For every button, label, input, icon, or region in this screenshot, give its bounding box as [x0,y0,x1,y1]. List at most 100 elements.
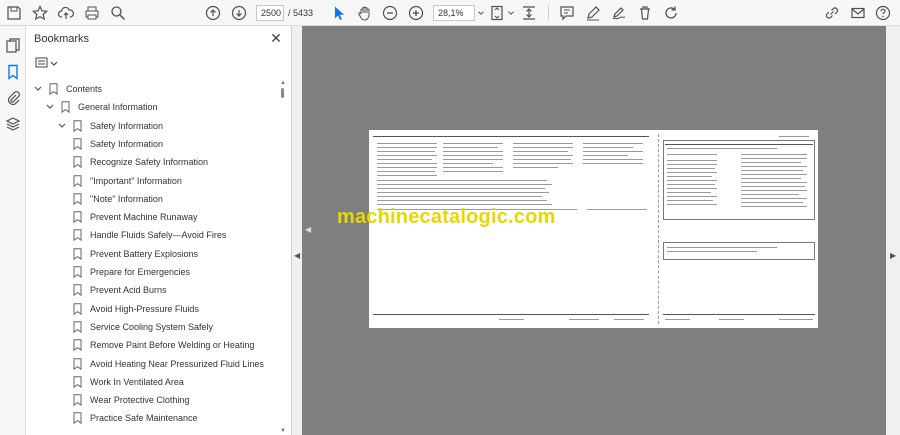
previous-page-arrow-icon[interactable]: ◀ [305,225,311,234]
chevron-down-icon[interactable] [57,121,67,131]
bookmark-icon [73,138,82,151]
expand-right-panel-icon[interactable]: ▶ [890,251,896,260]
bookmark-label: Work In Ventilated Area [90,376,184,387]
next-page-icon[interactable] [230,4,248,22]
bookmark-item[interactable]: Prepare for Emergencies [73,263,190,281]
comment-icon[interactable] [558,4,576,22]
bookmark-label: Remove Paint Before Welding or Heating [90,340,255,351]
attachments-icon[interactable] [5,90,21,106]
text-line [583,143,643,144]
sign-icon[interactable] [610,4,628,22]
select-cursor-icon[interactable] [330,4,348,22]
footer-text [665,319,690,320]
footer-text [779,319,813,320]
group-text [779,136,809,137]
footer-text [614,319,644,320]
text-line [377,151,435,152]
save-icon[interactable] [5,4,23,22]
close-icon[interactable]: ✕ [269,31,283,45]
bookmark-label: Avoid Heating Near Pressurized Fluid Lin… [90,358,264,369]
text-line [377,196,542,197]
layers-icon[interactable] [5,116,21,132]
text-line [583,159,643,160]
bookmark-item[interactable]: Prevent Machine Runaway [73,208,198,226]
bookmarks-panel-icon[interactable] [5,64,21,80]
rotate-icon[interactable] [662,4,680,22]
text-line [377,147,437,148]
share-link-icon[interactable] [823,4,841,22]
right-panel-splitter[interactable]: ▶ [886,26,900,435]
bookmark-label: Prevent Acid Burns [90,285,167,296]
scroll-thumb[interactable] [281,88,284,98]
bookmark-item[interactable]: "Important" Information [73,172,182,190]
chevron-down-icon[interactable] [506,4,516,22]
bookmark-item[interactable]: Prevent Acid Burns [73,281,167,299]
zoom-in-icon[interactable] [407,4,425,22]
bookmark-icon [73,339,82,352]
bookmark-item[interactable]: Avoid High-Pressure Fluids [73,300,199,318]
page-fit-icon[interactable] [488,4,506,22]
bookmark-item[interactable]: Remove Paint Before Welding or Heating [73,336,254,354]
text-line [377,163,437,164]
hand-tool-icon[interactable] [356,4,374,22]
text-line [513,147,573,148]
text-line [583,163,643,164]
bookmark-label: Service Cooling System Safely [90,321,214,332]
text-line [377,171,435,172]
bookmark-label: Avoid High-Pressure Fluids [90,303,199,314]
bookmark-item[interactable]: Avoid Heating Near Pressurized Fluid Lin… [73,355,264,373]
chevron-down-icon[interactable] [476,4,486,22]
text-line [377,143,437,144]
bookmark-item[interactable]: Work In Ventilated Area [73,373,184,391]
bookmark-star-icon[interactable] [31,4,49,22]
panel-splitter[interactable]: ◀ [292,26,302,435]
page-total-label: / 5433 [288,8,314,18]
highlight-pen-icon[interactable] [584,4,602,22]
collapse-panel-icon[interactable]: ◀ [294,251,300,260]
upload-cloud-icon[interactable] [57,4,75,22]
page-thumbnails-icon[interactable] [5,38,21,54]
scroll-up-icon[interactable]: ▲ [279,80,287,86]
bookmark-item[interactable]: Safety Information [73,135,163,153]
previous-page-icon[interactable] [204,4,222,22]
top-toolbar: 2500 / 5433 28,1% [0,0,900,26]
document-viewport[interactable]: ◀ [302,26,886,435]
bookmark-item[interactable]: Contents [33,80,102,98]
text-line [377,184,552,185]
text-line [377,167,437,168]
bookmark-icon [73,211,82,224]
delete-icon[interactable] [636,4,654,22]
chevron-down-icon[interactable] [45,102,55,112]
text-line [513,151,568,152]
chevron-down-icon[interactable] [33,84,43,94]
bookmark-item[interactable]: General Information [45,98,158,116]
bookmark-icon [73,247,82,260]
bookmark-item[interactable]: Safety Information [57,117,163,135]
page-number-input[interactable]: 2500 [256,5,284,21]
text-line [513,159,571,160]
search-icon[interactable] [109,4,127,22]
bookmark-icon [73,376,82,388]
email-icon[interactable] [849,4,867,22]
bookmark-item[interactable]: Prevent Battery Explosions [73,245,198,263]
bookmark-label: "Important" Information [90,175,182,186]
bookmark-item[interactable]: Recognize Safety Information [73,153,208,171]
scroll-mode-icon[interactable] [520,4,538,22]
bookmark-item[interactable]: Service Cooling System Safely [73,318,213,336]
zoom-out-icon[interactable] [381,4,399,22]
bookmark-icon [73,412,82,425]
bookmark-item[interactable]: Handle Fluids Safely—Avoid Fires [73,226,226,244]
bookmark-label: Practice Safe Maintenance [90,413,198,424]
bookmark-scrollbar[interactable]: ▲ ▼ [279,80,287,434]
zoom-level-input[interactable]: 28,1% [433,5,475,21]
footer-rule [663,314,815,315]
bookmark-item[interactable]: "Note" Information [73,190,163,208]
bookmark-item[interactable]: Wear Protective Clothing [73,391,189,409]
text-line [377,200,547,201]
scroll-down-icon[interactable]: ▼ [279,428,287,434]
text-line [583,151,643,152]
bookmark-item[interactable]: Practice Safe Maintenance [73,409,198,427]
print-icon[interactable] [83,4,101,22]
bookmark-options-button[interactable] [35,56,61,70]
help-icon[interactable] [874,4,892,22]
